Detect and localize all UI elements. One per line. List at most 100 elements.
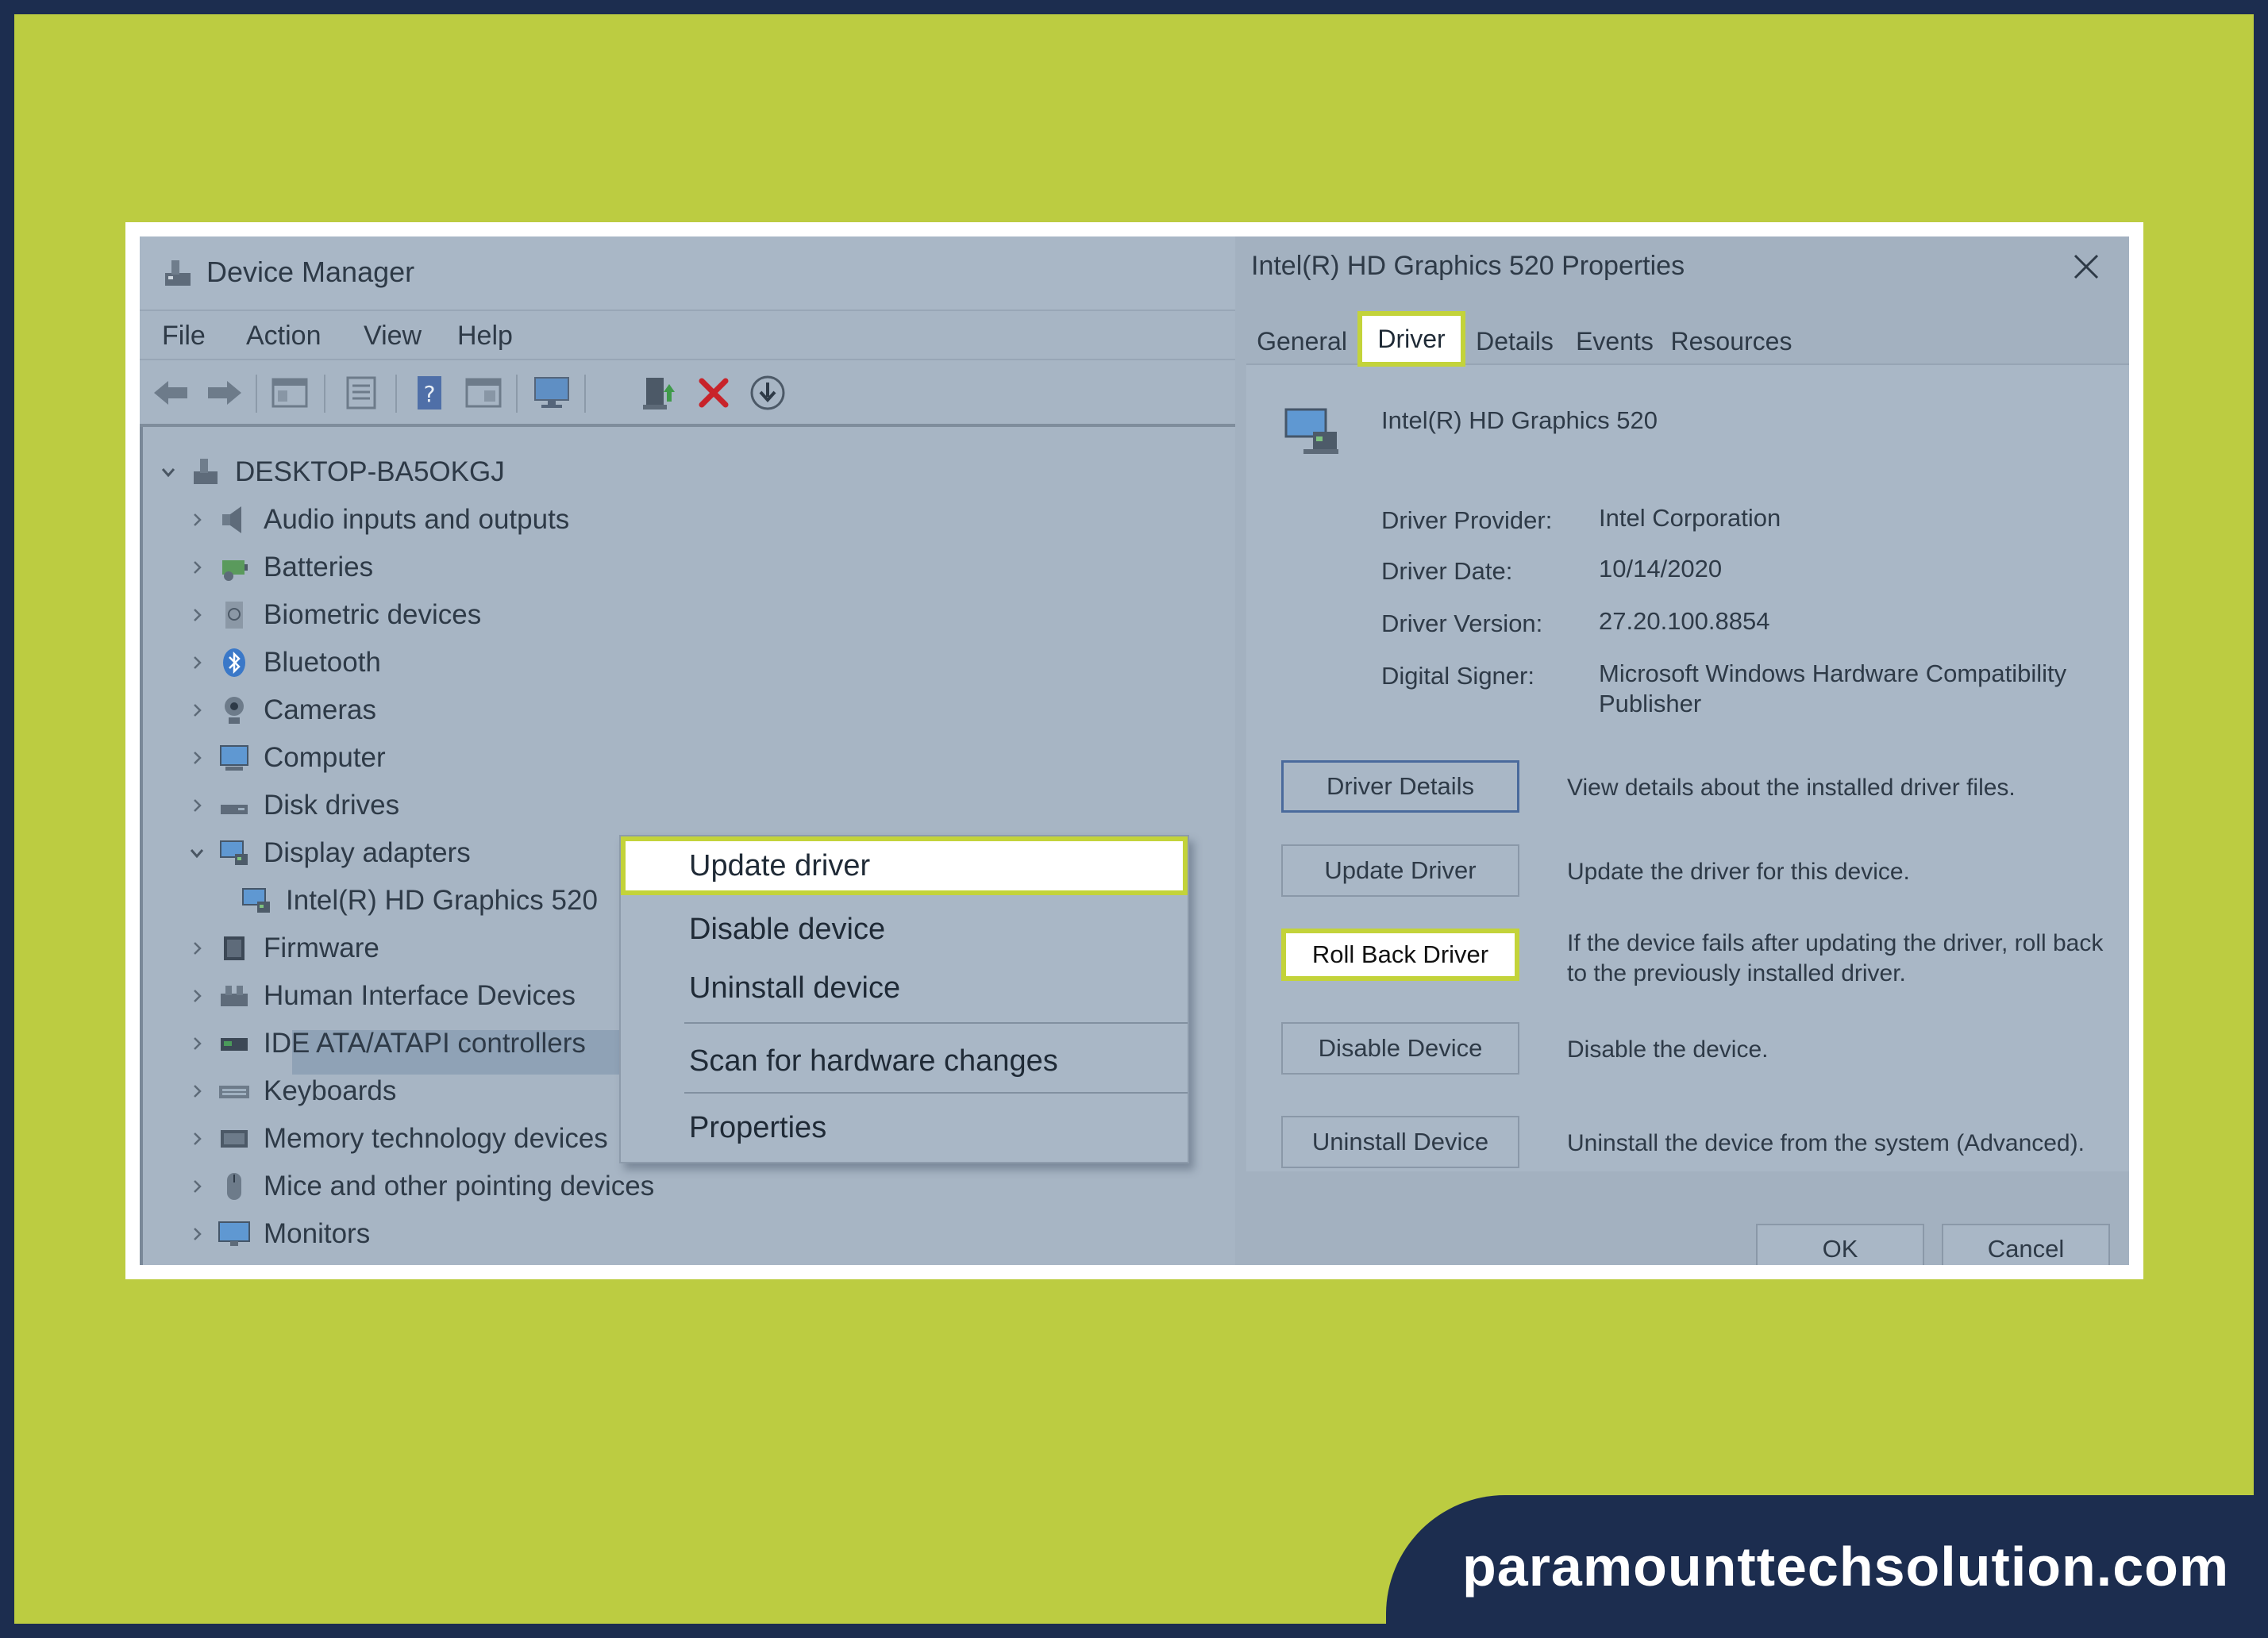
uninstall-device-desc: Uninstall the device from the system (Ad…: [1567, 1130, 2085, 1156]
menu-separator: [684, 1092, 1188, 1094]
digital-signer-label: Digital Signer:: [1381, 662, 1534, 690]
tree-item[interactable]: Keyboards: [184, 1070, 396, 1113]
screenshot-frame: Device Manager File Action View Help ? D…: [125, 222, 2143, 1279]
uninstall-device-button[interactable]: Uninstall Device: [1281, 1116, 1519, 1168]
tree-item-label: Bluetooth: [264, 647, 381, 678]
driver-details-button[interactable]: Driver Details: [1281, 760, 1519, 813]
tree-item-child[interactable]: Intel(R) HD Graphics 520: [232, 879, 598, 922]
fingerprint-icon: [225, 602, 243, 629]
tree-item[interactable]: Monitors: [184, 1213, 370, 1255]
tree-item[interactable]: Computer: [184, 736, 386, 779]
chevron-down-icon[interactable]: [184, 832, 210, 875]
context-uninstall-device[interactable]: Uninstall device: [621, 959, 1188, 1017]
context-scan-hardware[interactable]: Scan for hardware changes: [621, 1032, 1188, 1090]
display-adapter-icon: [1284, 408, 1338, 454]
close-icon[interactable]: [2072, 252, 2100, 281]
chevron-right-icon[interactable]: [184, 594, 210, 636]
update-driver-button[interactable]: Update Driver: [1281, 844, 1519, 897]
window-title: Device Manager: [206, 256, 415, 288]
tree-item[interactable]: Mice and other pointing devices: [184, 1165, 654, 1208]
tree-item[interactable]: Audio inputs and outputs: [184, 498, 569, 541]
hid-icon: [221, 986, 248, 1006]
digital-signer-value: Microsoft Windows Hardware Compatibility…: [1599, 659, 2067, 717]
chevron-right-icon[interactable]: [184, 641, 210, 684]
tab-driver[interactable]: Driver: [1357, 311, 1465, 367]
roll-back-driver-button[interactable]: Roll Back Driver: [1281, 929, 1519, 981]
context-disable-device[interactable]: Disable device: [621, 900, 1188, 959]
chevron-right-icon[interactable]: [184, 1022, 210, 1065]
tab-resources[interactable]: Resources: [1665, 319, 1797, 363]
driver-tab-panel: Intel(R) HD Graphics 520 Driver Provider…: [1246, 363, 2129, 1171]
tree-item[interactable]: Network adapters: [184, 1260, 481, 1265]
brand-url[interactable]: paramounttechsolution.com: [1462, 1535, 2229, 1598]
tree-item-label: Computer: [264, 742, 386, 773]
disable-device-button[interactable]: Disable Device: [1281, 1022, 1519, 1075]
chevron-down-icon[interactable]: [156, 451, 181, 494]
speaker-icon: [222, 506, 241, 533]
device-name: Intel(R) HD Graphics 520: [1381, 406, 1658, 434]
toolbar: ?: [140, 360, 1235, 427]
menu-help[interactable]: Help: [457, 321, 513, 352]
context-properties[interactable]: Properties: [621, 1098, 1188, 1157]
tree-item[interactable]: Disk drives: [184, 784, 399, 827]
chevron-right-icon[interactable]: [184, 784, 210, 827]
keyboard-icon: [219, 1086, 249, 1098]
chevron-right-icon[interactable]: [184, 975, 210, 1017]
back-arrow-icon[interactable]: [149, 371, 192, 414]
tree-item[interactable]: IDE ATA/ATAPI controllers: [184, 1022, 586, 1065]
chevron-right-icon[interactable]: [184, 689, 210, 732]
bluetooth-icon: [223, 648, 245, 677]
menu-file[interactable]: File: [162, 321, 206, 352]
chevron-right-icon[interactable]: [184, 1070, 210, 1113]
tree-item[interactable]: Human Interface Devices: [184, 975, 576, 1017]
ok-button[interactable]: OK: [1756, 1224, 1924, 1265]
update-driver-icon[interactable]: [638, 371, 681, 414]
menu-view[interactable]: View: [364, 321, 422, 352]
forward-arrow-icon[interactable]: [203, 371, 246, 414]
battery-icon: [222, 560, 248, 581]
tab-details[interactable]: Details: [1465, 319, 1564, 363]
display-adapter-icon: [242, 888, 270, 913]
roll-back-driver-desc: If the device fails after updating the d…: [1567, 930, 2104, 986]
tree-root-label: DESKTOP-BA5OKGJ: [235, 456, 505, 487]
tree-item[interactable]: Firmware: [184, 927, 379, 970]
driver-provider-value: Intel Corporation: [1599, 504, 1781, 532]
brand-banner: paramounttechsolution.com: [1386, 1495, 2268, 1638]
tree-item-label: Mice and other pointing devices: [264, 1171, 655, 1202]
properties-sheet-icon[interactable]: [340, 371, 383, 414]
tree-item[interactable]: Display adapters: [184, 832, 471, 875]
tree-item[interactable]: Memory technology devices: [184, 1117, 608, 1160]
scan-monitor-icon[interactable]: [530, 371, 573, 414]
help-icon[interactable]: ?: [408, 371, 451, 414]
tree-item-label: Batteries: [264, 552, 374, 583]
chevron-right-icon[interactable]: [184, 1165, 210, 1208]
chevron-right-icon[interactable]: [184, 546, 210, 589]
tree-root[interactable]: DESKTOP-BA5OKGJ: [156, 451, 505, 494]
action-window-icon[interactable]: [462, 371, 505, 414]
cancel-button[interactable]: Cancel: [1942, 1224, 2110, 1265]
chevron-right-icon[interactable]: [184, 736, 210, 779]
tree-item[interactable]: Bluetooth: [184, 641, 381, 684]
chip-icon: [224, 936, 245, 960]
tree-item[interactable]: Biometric devices: [184, 594, 481, 636]
context-update-driver[interactable]: Update driver: [621, 836, 1188, 895]
show-hide-tree-icon[interactable]: [268, 371, 311, 414]
monitor-icon: [218, 1221, 250, 1246]
screenshot: Device Manager File Action View Help ? D…: [140, 236, 2129, 1265]
chevron-right-icon[interactable]: [184, 1260, 210, 1265]
tab-events[interactable]: Events: [1564, 319, 1665, 363]
chevron-right-icon[interactable]: [184, 498, 210, 541]
menu-action[interactable]: Action: [246, 321, 322, 352]
tree-item[interactable]: Batteries: [184, 546, 373, 589]
device-manager-window: Device Manager File Action View Help ? D…: [140, 236, 1235, 1265]
uninstall-x-icon[interactable]: [692, 371, 735, 414]
enable-download-icon[interactable]: [746, 371, 789, 414]
tree-item-label: Biometric devices: [264, 599, 482, 630]
chevron-right-icon[interactable]: [184, 1117, 210, 1160]
tree-item-label: Memory technology devices: [264, 1123, 608, 1154]
tree-item[interactable]: Cameras: [184, 689, 376, 732]
tree-item-label: Keyboards: [264, 1075, 397, 1106]
chevron-right-icon[interactable]: [184, 927, 210, 970]
tab-general[interactable]: General: [1246, 319, 1357, 363]
chevron-right-icon[interactable]: [184, 1213, 210, 1255]
